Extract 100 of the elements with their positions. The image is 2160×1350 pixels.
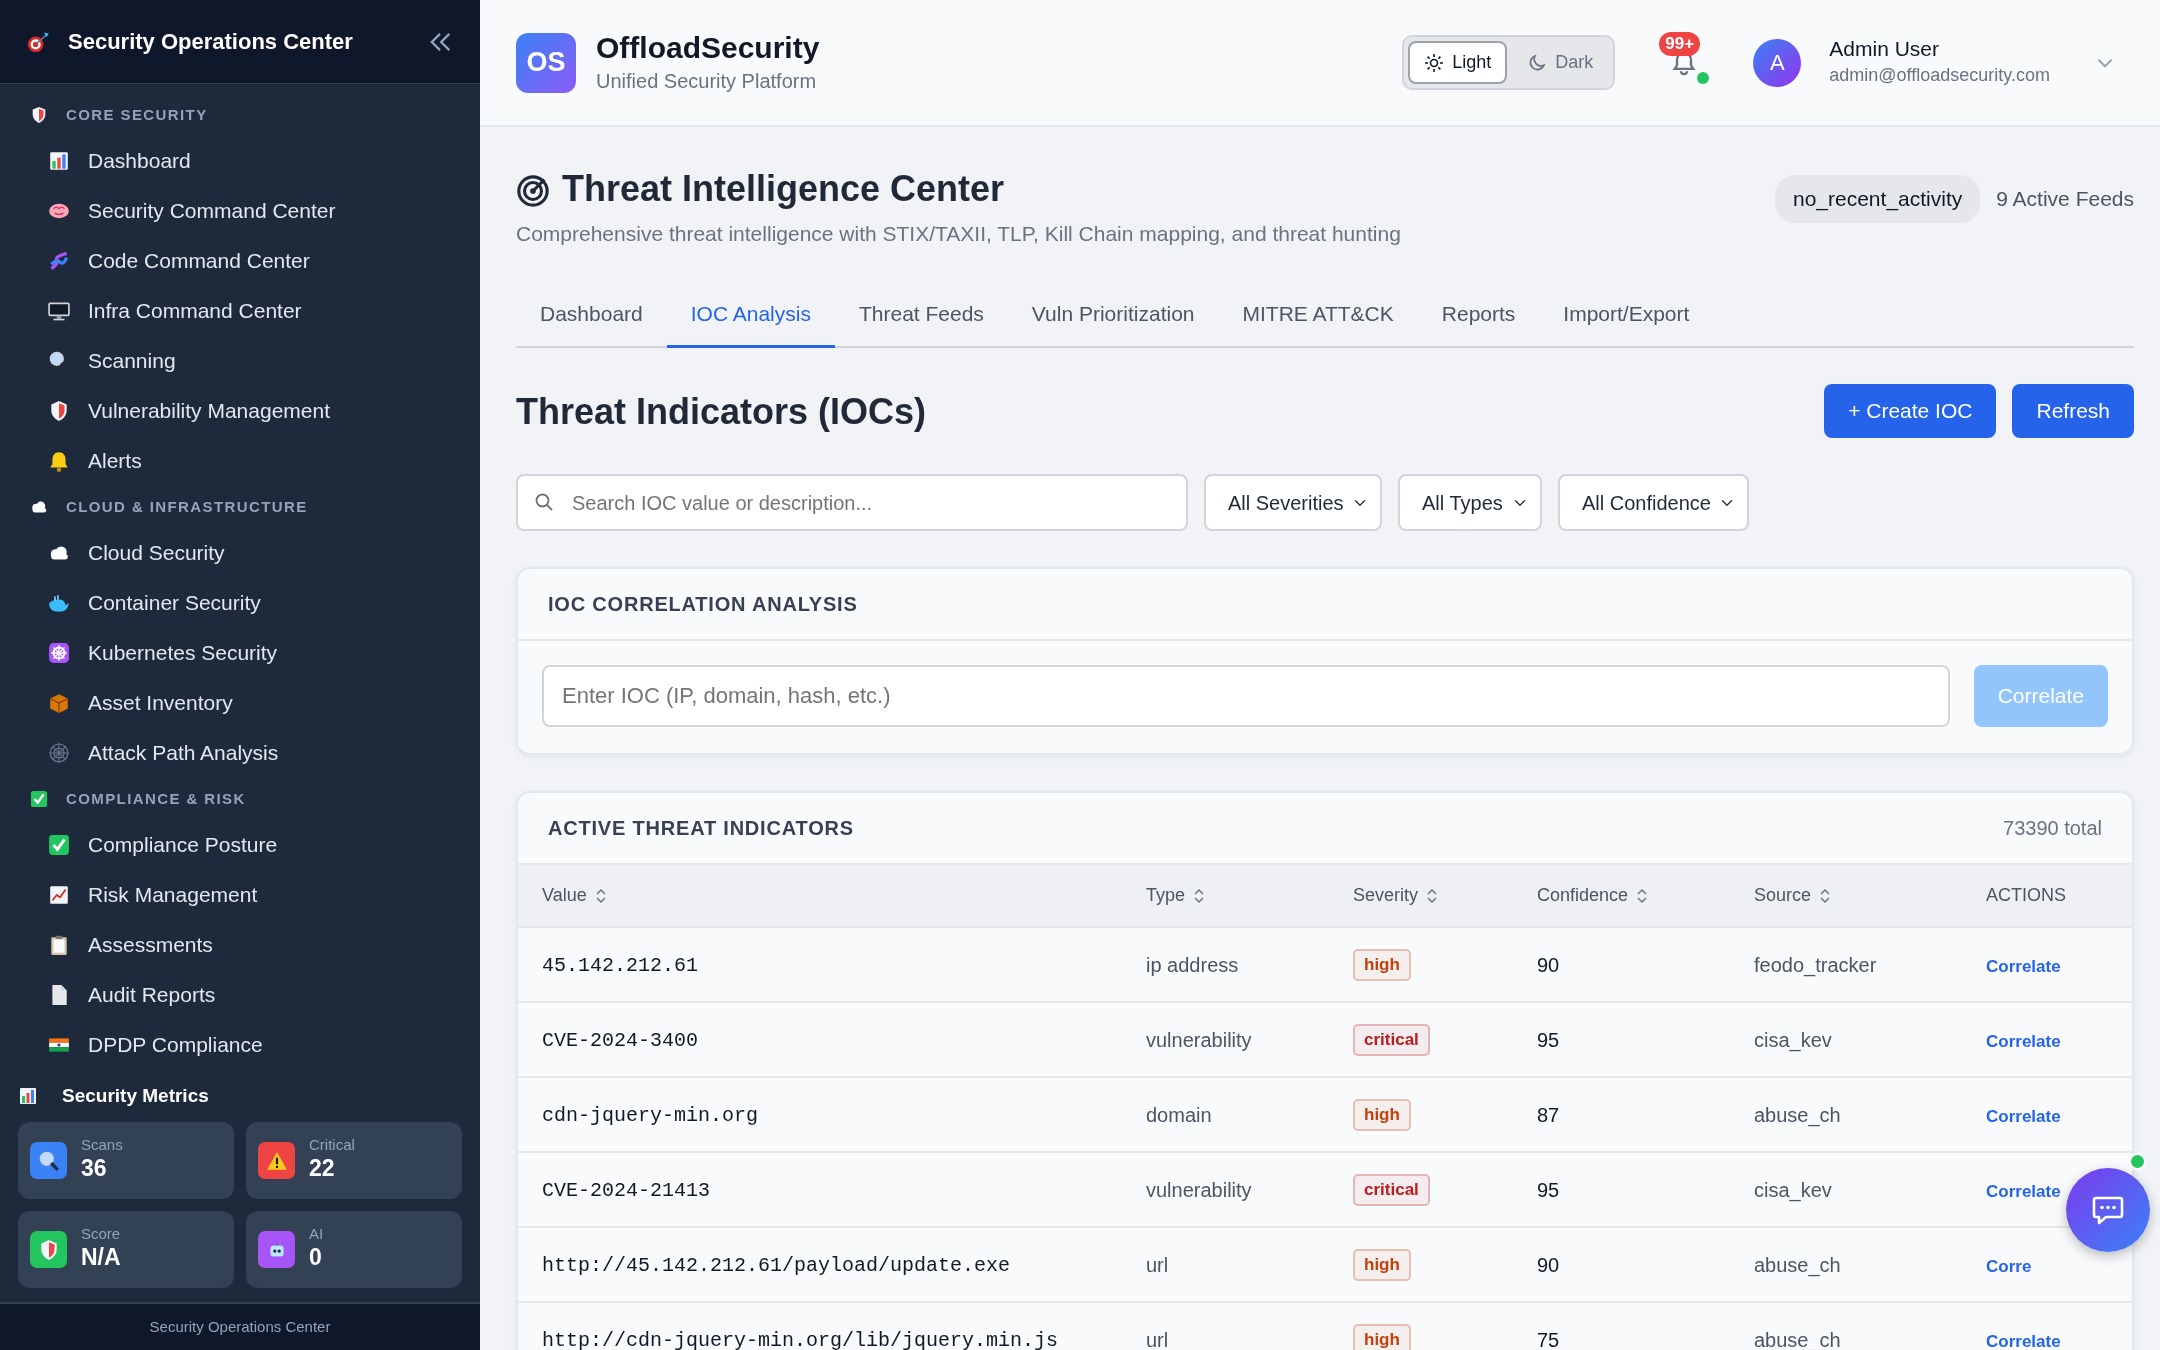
- nav-item[interactable]: Alerts: [0, 436, 480, 486]
- ioc-type: url: [1146, 1328, 1169, 1350]
- nav-item[interactable]: Security Command Center: [0, 186, 480, 236]
- create-button[interactable]: + Create IOC: [1824, 384, 1997, 439]
- ioc-type: vulnerability: [1146, 1028, 1252, 1051]
- section-label: COMPLIANCE & RISK: [66, 788, 246, 809]
- filter-dropdown[interactable]: All Confidence: [1558, 474, 1749, 532]
- metrics-title: Security Metrics: [62, 1083, 209, 1108]
- filter-dropdown[interactable]: All Severities: [1204, 474, 1382, 532]
- bar-chart-icon: [48, 150, 70, 172]
- correlate-link[interactable]: Corre: [1986, 1256, 2032, 1276]
- ioc-input-field[interactable]: Enter IOC (IP, domain, hash, etc.): [542, 665, 1950, 728]
- correlate-link[interactable]: Correlate: [1986, 1106, 2061, 1126]
- source-name: cisa_kev: [1754, 1028, 1832, 1051]
- metric-value: 22: [309, 1153, 336, 1183]
- sort-icon: [1193, 888, 1206, 905]
- metric-label: AI: [309, 1226, 324, 1243]
- shield-icon: [48, 400, 70, 422]
- nav-item[interactable]: Code Command Center: [0, 236, 480, 286]
- nav-item[interactable]: Vulnerability Management: [0, 386, 480, 436]
- nav-item[interactable]: Dashboard: [0, 136, 480, 186]
- search-field[interactable]: Search IOC value or description...: [516, 474, 1188, 532]
- checkbox-icon: [48, 834, 70, 856]
- nav-item[interactable]: Compliance Posture: [0, 820, 480, 870]
- nav-item[interactable]: Attack Path Analysis: [0, 728, 480, 778]
- tab[interactable]: MITRE ATT&CK: [1218, 283, 1418, 349]
- tab[interactable]: Dashboard: [516, 283, 667, 349]
- sidebar-title: Security Operations Center: [68, 28, 354, 56]
- metric-label: Critical: [309, 1137, 355, 1154]
- ioc-value: cdn-jquery-min.org: [542, 1103, 759, 1127]
- confidence-value: 87: [1537, 1103, 1560, 1126]
- ioc-value: CVE-2024-3400: [542, 1028, 699, 1052]
- correlate-link[interactable]: Correlate: [1986, 956, 2061, 976]
- tab[interactable]: Threat Feeds: [834, 283, 1008, 349]
- confidence-value: 75: [1537, 1328, 1560, 1350]
- sort-icon: [1426, 888, 1439, 905]
- confidence-value: 95: [1537, 1028, 1560, 1051]
- nav-item[interactable]: Scanning: [0, 336, 480, 386]
- section-label: CORE SECURITY: [66, 104, 208, 125]
- severity-tag: high: [1353, 949, 1411, 981]
- active-feeds-count: 9 Active Feeds: [1996, 186, 2134, 212]
- nav-item[interactable]: Container Security: [0, 578, 480, 628]
- source-name: feodo_tracker: [1754, 953, 1877, 976]
- sort-icon: [1636, 888, 1649, 905]
- nav-item[interactable]: Infra Command Center: [0, 286, 480, 336]
- dark-theme-button[interactable]: Dark: [1511, 41, 1610, 84]
- tab[interactable]: Vuln Prioritization: [1007, 283, 1219, 349]
- status-pill: no_recent_activity: [1775, 175, 1981, 223]
- ioc-value: CVE-2024-21413: [542, 1178, 711, 1202]
- section-title: Threat Indicators (IOCs): [516, 389, 927, 433]
- page-subtitle: Comprehensive threat intelligence with STIX/TAXII, TLP, Kill Chain mapping, and threat hunting: [516, 221, 1401, 248]
- source-name: abuse_ch: [1754, 1253, 1841, 1276]
- line-chart-icon: [48, 884, 70, 906]
- metric-label: Scans: [81, 1137, 123, 1154]
- metric-value: 36: [81, 1153, 108, 1183]
- refresh-button[interactable]: Refresh: [2012, 384, 2134, 439]
- column-header[interactable]: Type: [1146, 885, 1186, 906]
- tab[interactable]: IOC Analysis: [666, 283, 835, 349]
- moon-icon: [1527, 52, 1548, 73]
- tab[interactable]: Reports: [1417, 283, 1540, 349]
- sort-icon: [594, 888, 607, 905]
- column-header[interactable]: Confidence: [1537, 885, 1629, 906]
- nav-item[interactable]: Cloud Security: [0, 528, 480, 578]
- section-label: CLOUD & INFRASTRUCTURE: [66, 496, 308, 517]
- monitor-icon: [48, 300, 70, 322]
- ioc-value: http://45.142.212.61/payload/update.exe: [542, 1253, 1011, 1277]
- nav-item[interactable]: Risk Management: [0, 870, 480, 920]
- user-name: Admin User: [1829, 36, 1940, 62]
- filter-dropdown[interactable]: All Types: [1398, 474, 1542, 532]
- column-header[interactable]: Value: [542, 885, 587, 906]
- nav-item[interactable]: Kubernetes Security: [0, 628, 480, 678]
- box-icon: [48, 692, 70, 714]
- total-count: 73390 total: [2003, 816, 2102, 842]
- wheel-icon: [48, 642, 70, 664]
- light-theme-button[interactable]: Light: [1408, 41, 1508, 84]
- nav-item[interactable]: Asset Inventory: [0, 678, 480, 728]
- correlate-link[interactable]: Correlate: [1986, 1331, 2061, 1350]
- correlate-link[interactable]: Correlate: [1986, 1031, 2061, 1051]
- severity-tag: high: [1353, 1324, 1411, 1350]
- user-avatar[interactable]: A: [1753, 38, 1802, 87]
- ioc-type: url: [1146, 1253, 1169, 1276]
- confidence-value: 90: [1537, 953, 1560, 976]
- logo: OS: [516, 32, 576, 93]
- tab[interactable]: Import/Export: [1539, 283, 1714, 349]
- ioc-type: vulnerability: [1146, 1178, 1252, 1201]
- column-header[interactable]: ACTIONS: [1986, 885, 2066, 906]
- severity-tag: critical: [1353, 1174, 1430, 1206]
- nav-item[interactable]: DPDP Compliance: [0, 1020, 480, 1070]
- brand-tagline: Unified Security Platform: [596, 68, 818, 94]
- column-header[interactable]: Source: [1754, 885, 1812, 906]
- ioc-value: 45.142.212.61: [542, 953, 699, 977]
- correlate-link[interactable]: Correlate: [1986, 1181, 2061, 1201]
- nav-item[interactable]: Audit Reports: [0, 970, 480, 1020]
- nav-item[interactable]: Assessments: [0, 920, 480, 970]
- bell-icon: [48, 450, 70, 472]
- sidebar-footer: Security Operations Center: [0, 1302, 480, 1350]
- user-email: admin@offloadsecurity.com: [1829, 63, 2050, 87]
- web-icon: [48, 742, 70, 764]
- ioc-value: http://cdn-jquery-min.org/lib/jquery.min.js: [542, 1328, 1059, 1350]
- column-header[interactable]: Severity: [1353, 885, 1419, 906]
